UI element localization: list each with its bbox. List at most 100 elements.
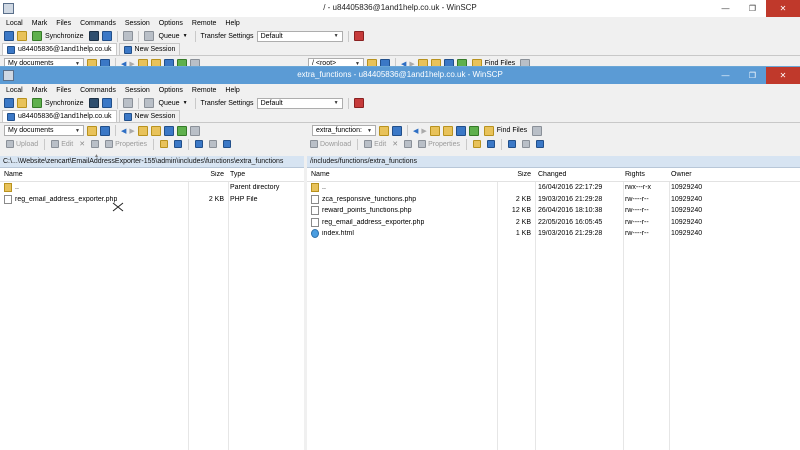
remote-back-arrow-icon[interactable]: ◀ <box>413 127 418 135</box>
menu-files[interactable]: Files <box>56 87 71 94</box>
remote-unselect-button[interactable] <box>520 140 532 148</box>
transfer-settings-select[interactable]: Default ▼ <box>256 97 343 109</box>
tree-icon[interactable] <box>532 125 543 136</box>
column-type[interactable]: Type <box>226 171 296 178</box>
tab-session[interactable]: u84405836@1and1help.co.uk <box>2 43 117 55</box>
main-titlebar[interactable]: extra_functions - u84405836@1and1help.co… <box>0 67 800 84</box>
column-size[interactable]: Size <box>186 171 226 178</box>
filter-select-button[interactable] <box>221 140 233 148</box>
transfer-settings-select[interactable]: Default ▼ <box>256 30 343 42</box>
remote-edit-button[interactable]: Edit <box>362 140 388 148</box>
table-row[interactable]: .. 16/04/2016 22:17:29 rwx---r-x 1092924… <box>307 182 800 194</box>
column-changed[interactable]: Changed <box>533 171 621 178</box>
open-directory-icon[interactable] <box>87 125 97 136</box>
column-name[interactable]: Name <box>307 171 495 178</box>
menu-help[interactable]: Help <box>225 87 239 94</box>
minimize-button[interactable]: — <box>712 67 739 84</box>
console-icon[interactable] <box>88 98 99 108</box>
open-folder-icon[interactable] <box>17 98 27 108</box>
tab-new-session[interactable]: New Session <box>118 110 181 122</box>
remote-root-dir-icon[interactable] <box>442 125 453 136</box>
menu-remote[interactable]: Remote <box>192 87 217 94</box>
list-item[interactable]: .. Parent directory <box>0 182 304 194</box>
column-owner[interactable]: Owner <box>667 171 727 178</box>
remote-delete-button[interactable]: ✕ <box>390 140 400 148</box>
menu-options[interactable]: Options <box>159 87 183 94</box>
remote-new-file-button[interactable] <box>485 140 497 148</box>
maximize-button[interactable]: ❐ <box>739 0 766 17</box>
table-row[interactable]: index.html 1 KB 19/03/2016 21:29:28 rw--… <box>307 228 800 240</box>
putty-icon[interactable] <box>101 31 112 41</box>
root-dir-icon[interactable] <box>150 125 161 136</box>
local-compare-icon[interactable] <box>4 31 14 41</box>
back-arrow-icon[interactable]: ◀ <box>121 127 126 135</box>
synchronize-button[interactable]: Synchronize <box>30 97 86 109</box>
delete-button[interactable]: ✕ <box>77 140 87 148</box>
properties-button[interactable]: Properties <box>103 140 149 148</box>
tab-new-session[interactable]: New Session <box>118 43 181 55</box>
column-rights[interactable]: Rights <box>621 171 667 178</box>
minimize-button[interactable]: — <box>712 0 739 17</box>
menu-commands[interactable]: Commands <box>80 20 116 27</box>
column-name[interactable]: Name <box>0 171 186 178</box>
menu-session[interactable]: Session <box>125 20 150 27</box>
maximize-button[interactable]: ❐ <box>739 67 766 84</box>
filter-icon[interactable] <box>100 125 110 136</box>
table-row[interactable]: zca_responsive_functions.php 2 KB 19/03/… <box>307 194 800 206</box>
new-folder-button[interactable] <box>158 140 170 148</box>
remote-refresh-icon[interactable] <box>468 125 479 136</box>
find-icon[interactable] <box>189 125 200 136</box>
menu-files[interactable]: Files <box>56 20 71 27</box>
putty-icon[interactable] <box>101 98 112 108</box>
rename-button[interactable] <box>89 140 101 148</box>
new-session-icon[interactable] <box>353 98 364 108</box>
list-item[interactable]: reg_email_address_exporter.php 2 KB PHP … <box>0 194 304 206</box>
remote-open-directory-icon[interactable] <box>379 125 389 136</box>
remote-select-all-button[interactable] <box>506 140 518 148</box>
preferences-gear-icon[interactable] <box>122 31 133 41</box>
back-titlebar[interactable]: / - u84405836@1and1help.co.uk - WinSCP —… <box>0 0 800 17</box>
table-row[interactable]: reg_email_address_exporter.php 2 KB 22/0… <box>307 217 800 229</box>
close-button[interactable]: ✕ <box>766 67 800 84</box>
remote-home-icon[interactable] <box>455 125 466 136</box>
download-button[interactable]: Download <box>308 140 353 148</box>
menu-mark[interactable]: Mark <box>32 87 48 94</box>
menu-options[interactable]: Options <box>159 20 183 27</box>
local-compare-icon[interactable] <box>4 98 14 108</box>
preferences-gear-icon[interactable] <box>122 98 133 108</box>
remote-filter-icon[interactable] <box>392 125 402 136</box>
edit-button[interactable]: Edit <box>49 140 75 148</box>
menu-commands[interactable]: Commands <box>80 87 116 94</box>
menu-local[interactable]: Local <box>6 87 23 94</box>
right-location-select[interactable]: extra_function: ▼ <box>312 125 376 136</box>
remote-properties-button[interactable]: Properties <box>416 140 462 148</box>
parent-dir-icon[interactable] <box>137 125 148 136</box>
synchronize-button[interactable]: Synchronize <box>30 30 86 42</box>
menu-session[interactable]: Session <box>125 87 150 94</box>
console-icon[interactable] <box>88 31 99 41</box>
queue-button[interactable]: Queue ▼ <box>157 30 190 42</box>
forward-arrow-icon[interactable]: ▶ <box>129 127 134 135</box>
remote-parent-dir-icon[interactable] <box>429 125 440 136</box>
home-icon[interactable] <box>163 125 174 136</box>
remote-forward-arrow-icon[interactable]: ▶ <box>421 127 426 135</box>
queue-button[interactable]: Queue ▼ <box>157 97 190 109</box>
close-button[interactable]: ✕ <box>766 0 800 17</box>
menu-remote[interactable]: Remote <box>192 20 217 27</box>
select-all-button[interactable] <box>193 140 205 148</box>
left-location-select[interactable]: My documents ▼ <box>4 125 84 136</box>
unselect-button[interactable] <box>207 140 219 148</box>
new-session-icon[interactable] <box>353 31 364 41</box>
remote-filter-select-button[interactable] <box>534 140 546 148</box>
column-size[interactable]: Size <box>495 171 533 178</box>
table-row[interactable]: reward_points_functions.php 12 KB 26/04/… <box>307 205 800 217</box>
menu-help[interactable]: Help <box>225 20 239 27</box>
upload-button[interactable]: Upload <box>4 140 40 148</box>
remote-rename-button[interactable] <box>402 140 414 148</box>
menu-mark[interactable]: Mark <box>32 20 48 27</box>
find-files-button[interactable]: Find Files <box>482 125 529 137</box>
tab-session[interactable]: u84405836@1and1help.co.uk <box>2 110 117 122</box>
refresh-icon[interactable] <box>176 125 187 136</box>
remote-path-header[interactable]: /includes/functions/extra_functions <box>307 156 800 168</box>
open-folder-icon[interactable] <box>17 31 27 41</box>
